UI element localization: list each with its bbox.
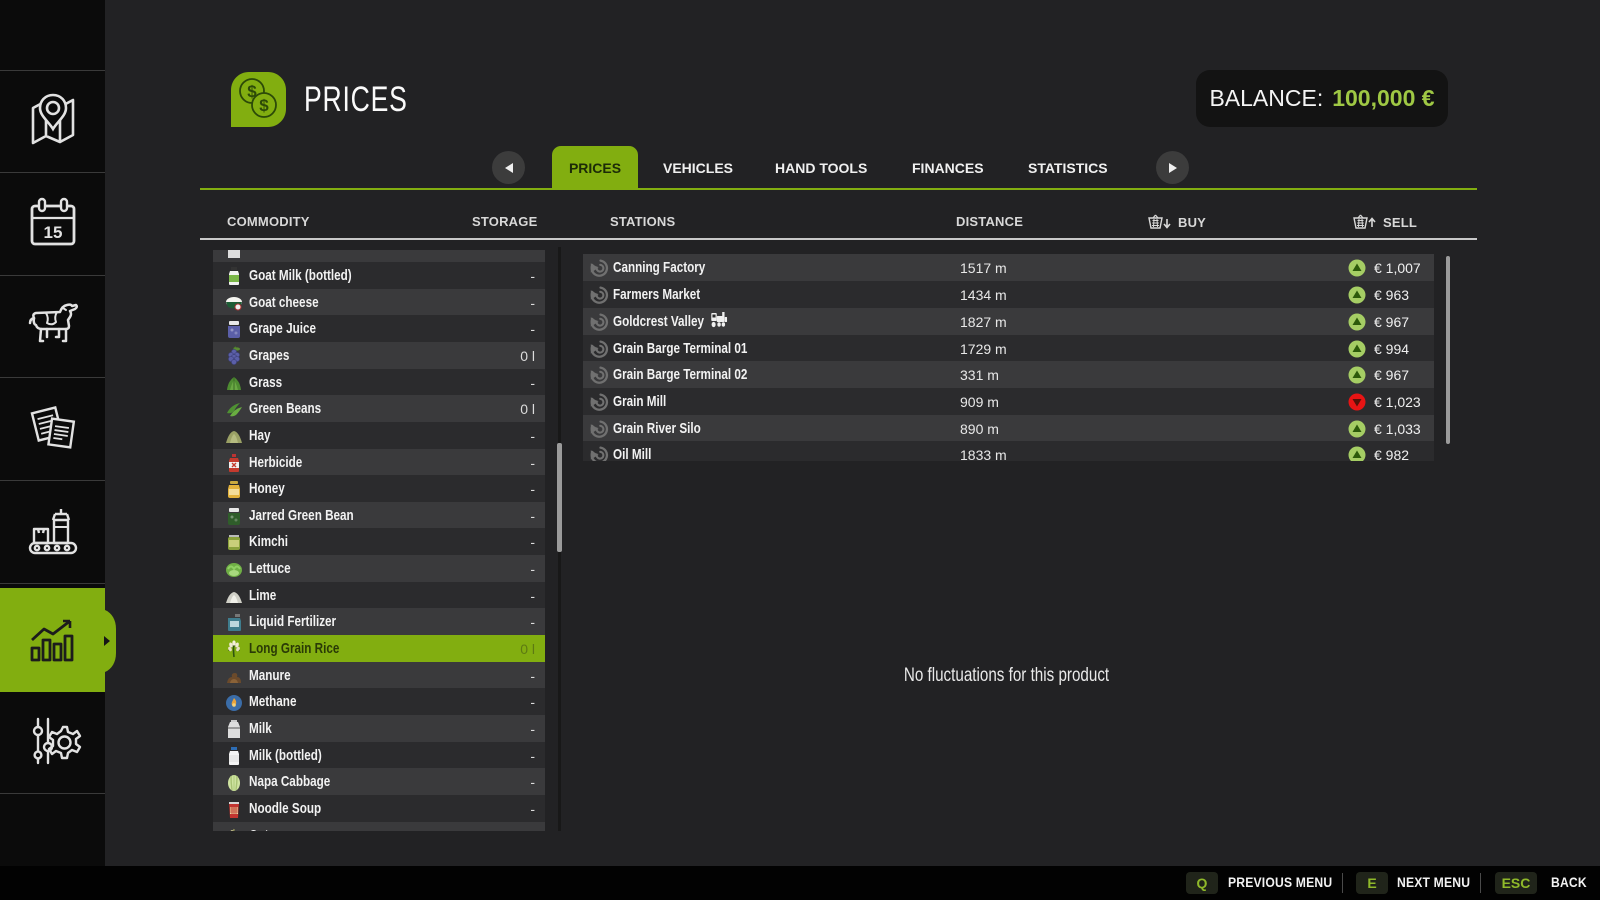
svg-text:15: 15: [43, 223, 62, 242]
svg-text:$: $: [259, 96, 269, 115]
